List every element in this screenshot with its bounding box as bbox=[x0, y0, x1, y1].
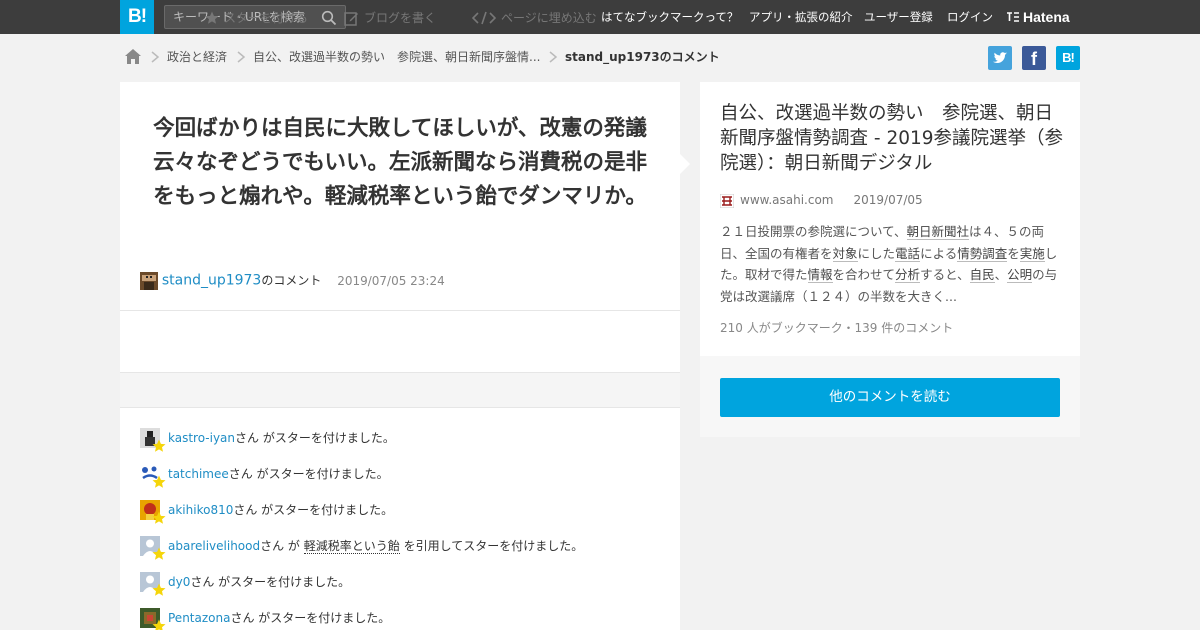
hatena-logo[interactable]: Hatena bbox=[1006, 8, 1070, 26]
star-icon bbox=[205, 11, 219, 24]
favicon-icon bbox=[720, 193, 734, 208]
star-icon bbox=[152, 439, 166, 452]
star-message: さん がスターを付けました。 bbox=[235, 431, 395, 445]
entry-title-link[interactable]: 自公、改選過半数の勢い 参院選、朝日新聞序盤情勢調査 - 2019参議院選挙（参… bbox=[720, 101, 1066, 176]
divider bbox=[120, 310, 680, 311]
write-blog-button[interactable]: ブログを書く bbox=[344, 9, 436, 27]
summary-text: にした bbox=[857, 245, 896, 261]
code-icon bbox=[472, 11, 496, 25]
keyword-link[interactable]: 分析 bbox=[895, 267, 921, 283]
search-icon[interactable] bbox=[321, 10, 337, 26]
list-item: Pentazonaさん がスターを付けました。 bbox=[140, 608, 660, 630]
star-user-link[interactable]: Pentazona bbox=[168, 611, 230, 625]
keyword-link[interactable]: 自民 bbox=[969, 267, 995, 283]
comment-suffix: のコメント bbox=[261, 273, 322, 288]
avatar[interactable] bbox=[140, 271, 158, 290]
nav-register-link[interactable]: ユーザー登録 bbox=[864, 0, 933, 34]
star-list: kastro-iyanさん がスターを付けました。 tatchimeeさん がス… bbox=[140, 428, 660, 630]
star-message: を引用してスターを付けました。 bbox=[399, 539, 584, 553]
list-item: dy0さん がスターを付けました。 bbox=[140, 572, 660, 608]
share-hatebu-button[interactable]: B! bbox=[1056, 46, 1080, 70]
entry-domain-link[interactable]: www.asahi.com bbox=[740, 193, 834, 207]
star-user-link[interactable]: dy0 bbox=[168, 575, 190, 589]
star-user-link[interactable]: kastro-iyan bbox=[168, 431, 235, 445]
entry-meta: www.asahi.com 2019/07/05 bbox=[720, 191, 923, 209]
star-icon bbox=[152, 475, 166, 488]
star-user-link[interactable]: tatchimee bbox=[168, 467, 229, 481]
breadcrumb-current: stand_up1973のコメント bbox=[565, 50, 720, 64]
star-icon bbox=[152, 583, 166, 596]
chevron-right-icon bbox=[549, 51, 558, 63]
chevron-right-icon bbox=[237, 51, 246, 63]
home-icon[interactable] bbox=[124, 48, 142, 65]
keyword-link[interactable]: 実施 bbox=[1019, 245, 1045, 262]
comment-body: 今回ばかりは自民に大敗してほしいが、改憲の発議云々なぞどうでもいい。左派新聞なら… bbox=[152, 116, 648, 209]
star-quote[interactable]: 軽減税率という飴 bbox=[303, 539, 400, 554]
star-message: さん がスターを付けました。 bbox=[233, 503, 394, 517]
list-item: abarelivelihoodさん が 軽減税率という飴 を引用してスターを付け… bbox=[140, 536, 660, 572]
star-message: さん がスターを付けました。 bbox=[190, 575, 351, 589]
keyword-link[interactable]: 朝日新聞社 bbox=[906, 224, 970, 240]
chevron-right-icon bbox=[151, 51, 160, 63]
star-user-link[interactable]: abarelivelihood bbox=[168, 539, 260, 553]
summary-text: による bbox=[920, 245, 958, 261]
keyword-link[interactable]: 電話 bbox=[895, 245, 921, 262]
list-item: kastro-iyanさん がスターを付けました。 bbox=[140, 428, 660, 464]
breadcrumb-entry[interactable]: 自公、改選過半数の勢い 参院選、朝日新聞序盤情... bbox=[253, 48, 540, 66]
star-icon bbox=[152, 619, 166, 630]
embed-label: ページに埋め込む bbox=[501, 11, 597, 25]
twitter-icon bbox=[993, 52, 1007, 63]
nav-apps-link[interactable]: アプリ・拡張の紹介 bbox=[749, 0, 853, 34]
read-comments-button[interactable]: 他のコメントを読む bbox=[720, 378, 1060, 417]
list-item: tatchimeeさん がスターを付けました。 bbox=[140, 464, 660, 500]
keyword-link[interactable]: 情勢調査 bbox=[957, 245, 1008, 262]
keyword-link[interactable]: 公明 bbox=[1007, 267, 1033, 283]
comment-date[interactable]: 2019/07/05 23:24 bbox=[337, 274, 445, 288]
action-bar bbox=[120, 372, 680, 408]
hatena-brand-text: Hatena bbox=[1023, 9, 1070, 25]
top-bar: B! はてなブックマークって？ アプリ・拡張の紹介 ユーザー登録 ログイン Ha… bbox=[0, 0, 1200, 34]
edit-icon bbox=[344, 11, 358, 26]
keyword-link[interactable]: 対象 bbox=[832, 245, 858, 262]
nav-login-link[interactable]: ログイン bbox=[947, 0, 993, 34]
hatebu-logo[interactable]: B! bbox=[120, 0, 154, 34]
star-icon bbox=[152, 511, 166, 524]
entry-pointer bbox=[680, 154, 690, 174]
keyword-link[interactable]: 情報 bbox=[807, 267, 833, 283]
summary-text: ２１日投開票の参院選について、 bbox=[720, 224, 907, 239]
entry-stats-link[interactable]: 210 人がブックマーク・139 件のコメント bbox=[720, 319, 953, 337]
summary-text: を合わせて bbox=[832, 267, 896, 282]
embed-button[interactable]: ページに埋め込む bbox=[472, 9, 597, 27]
star-message-pre: さん が bbox=[260, 539, 304, 553]
summary-text: すると、 bbox=[920, 267, 970, 282]
write-blog-label: ブログを書く bbox=[364, 11, 437, 25]
share-facebook-button[interactable]: f bbox=[1022, 46, 1046, 70]
comment-byline: stand_up1973のコメント 2019/07/05 23:24 bbox=[140, 270, 445, 290]
add-star-label: スターを付ける bbox=[224, 11, 309, 25]
star-message: さん がスターを付けました。 bbox=[228, 467, 389, 481]
hatena-mark-icon bbox=[1007, 12, 1019, 22]
share-twitter-button[interactable] bbox=[988, 46, 1012, 70]
star-message: さん がスターを付けました。 bbox=[230, 611, 391, 625]
nav-about-link[interactable]: はてなブックマークって？ bbox=[601, 0, 738, 34]
comment-user-link[interactable]: stand_up1973 bbox=[162, 273, 262, 289]
entry-summary: ２１日投開票の参院選について、朝日新聞社は４、５の両日、全国の有権者を対象にした… bbox=[720, 221, 1062, 307]
breadcrumb-category[interactable]: 政治と経済 bbox=[167, 48, 227, 66]
add-star-button[interactable]: スターを付ける bbox=[205, 9, 308, 27]
summary-text: を bbox=[1007, 245, 1020, 261]
star-user-link[interactable]: akihiko810 bbox=[168, 503, 233, 517]
entry-date: 2019/07/05 bbox=[853, 193, 923, 207]
star-icon bbox=[152, 547, 166, 560]
summary-text: 、 bbox=[994, 267, 1008, 282]
list-item: akihiko810さん がスターを付けました。 bbox=[140, 500, 660, 536]
